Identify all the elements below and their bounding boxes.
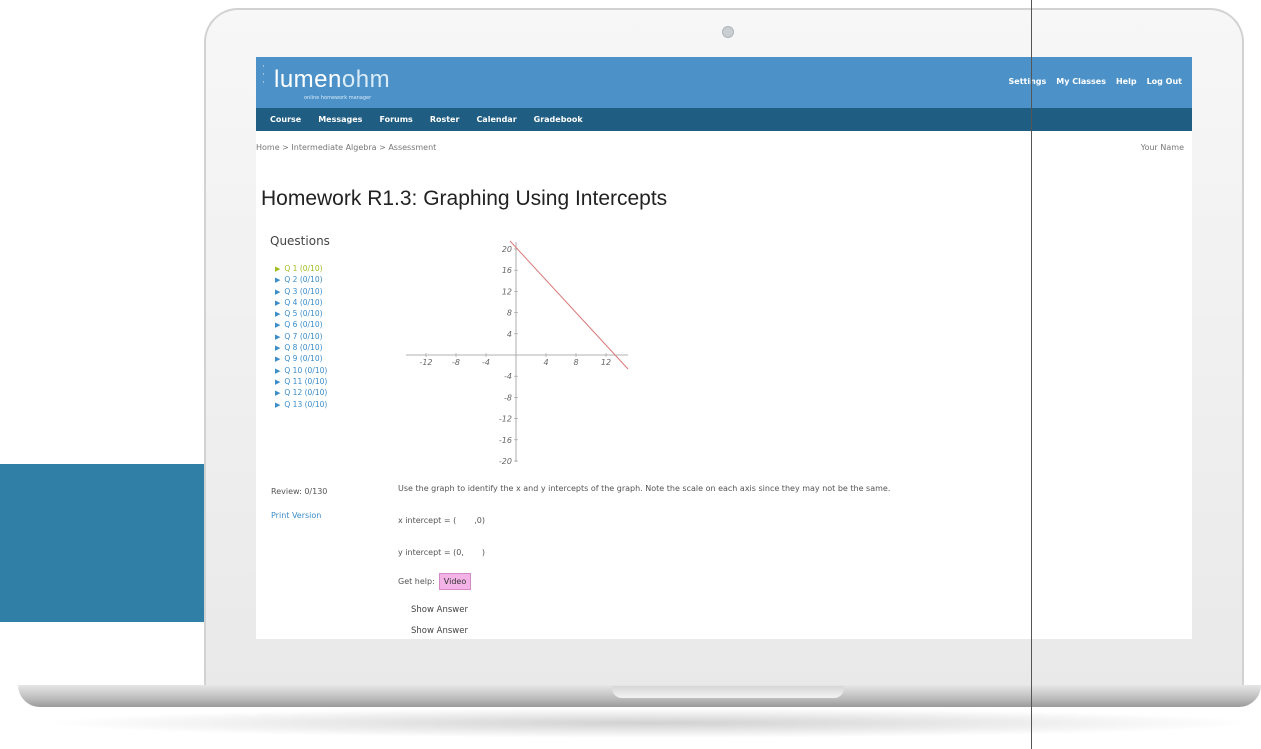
y-tick-label: -16 bbox=[499, 436, 512, 445]
y-tick-label: 16 bbox=[502, 266, 512, 275]
x-intercept-suffix: ,0) bbox=[474, 516, 485, 525]
triangle-right-icon: ▶ bbox=[275, 389, 281, 398]
y-intercept-row: y intercept = (0,) bbox=[398, 548, 485, 557]
question-item-11[interactable]: ▶ Q 11 (0/10) bbox=[275, 376, 327, 387]
y-tick-label: -8 bbox=[504, 393, 512, 402]
question-item-3[interactable]: ▶ Q 3 (0/10) bbox=[275, 286, 327, 297]
laptop-base-notch bbox=[612, 686, 844, 698]
nav-gradebook[interactable]: Gradebook bbox=[534, 115, 583, 124]
triangle-right-icon: ▶ bbox=[275, 298, 281, 307]
background-teal-block bbox=[0, 464, 215, 622]
triangle-right-icon: ▶ bbox=[275, 310, 281, 319]
logo-accent: ohm bbox=[341, 66, 391, 93]
y-tick-label: -20 bbox=[499, 457, 512, 466]
triangle-right-icon: ▶ bbox=[275, 377, 281, 386]
laptop-screen: · · · lumenohm online homework manager Set… bbox=[256, 57, 1192, 639]
question-item-13[interactable]: ▶ Q 13 (0/10) bbox=[275, 399, 327, 410]
y-tick-labels: 20 16 12 8 4 -4 -8 -12 -16 -20 bbox=[499, 245, 518, 466]
triangle-right-icon: ▶ bbox=[275, 265, 281, 273]
y-intercept-label: y intercept = (0, bbox=[398, 548, 464, 557]
question-item-9[interactable]: ▶ Q 9 (0/10) bbox=[275, 353, 327, 364]
question-item-10[interactable]: ▶ Q 10 (0/10) bbox=[275, 365, 327, 376]
x-tick-label: 8 bbox=[573, 358, 578, 367]
logo-dots-icon: · · · bbox=[262, 62, 265, 88]
y-tick-label: 12 bbox=[502, 287, 512, 296]
triangle-right-icon: ▶ bbox=[275, 344, 281, 353]
question-item-2[interactable]: ▶ Q 2 (0/10) bbox=[275, 274, 327, 285]
x-tick-label: -8 bbox=[452, 358, 460, 367]
x-tick-label: 12 bbox=[601, 358, 611, 367]
nav-bar: Course Messages Forums Roster Calendar G… bbox=[256, 108, 1192, 131]
y-tick-label: -12 bbox=[499, 415, 512, 424]
header-bar: · · · lumenohm online homework manager Set… bbox=[256, 57, 1192, 108]
nav-forums[interactable]: Forums bbox=[379, 115, 412, 124]
triangle-right-icon: ▶ bbox=[275, 287, 281, 296]
x-tick-label: -4 bbox=[482, 358, 490, 367]
triangle-right-icon: ▶ bbox=[275, 276, 281, 285]
logo-main: lumen bbox=[274, 66, 342, 93]
nav-calendar[interactable]: Calendar bbox=[476, 115, 516, 124]
y-tick-label: 4 bbox=[507, 330, 512, 339]
settings-link[interactable]: Settings bbox=[1009, 77, 1047, 86]
get-help-label: Get help: bbox=[398, 577, 435, 586]
top-links: Settings My Classes Help Log Out bbox=[1009, 77, 1182, 86]
intercept-graph: -12 -8 -4 4 8 12 20 16 12 8 4 -4 -8 -12 -16 -20 bbox=[406, 240, 629, 466]
show-answer-button-1[interactable]: Show Answer bbox=[411, 605, 468, 615]
log-out-link[interactable]: Log Out bbox=[1147, 77, 1182, 86]
help-link[interactable]: Help bbox=[1116, 77, 1137, 86]
breadcrumb[interactable]: Home > Intermediate Algebra > Assessment bbox=[256, 143, 436, 152]
webcam-dot bbox=[722, 26, 734, 38]
triangle-right-icon: ▶ bbox=[275, 332, 281, 341]
my-classes-link[interactable]: My Classes bbox=[1056, 77, 1106, 86]
question-item-8[interactable]: ▶ Q 8 (0/10) bbox=[275, 342, 327, 353]
question-item-1[interactable]: ▶ Q 1 (0/10) bbox=[275, 263, 327, 274]
show-answer-button-2[interactable]: Show Answer bbox=[411, 626, 468, 636]
logo-tagline: online homework manager bbox=[304, 95, 372, 101]
x-intercept-row: x intercept = ( ,0) bbox=[398, 516, 485, 525]
question-item-4[interactable]: ▶ Q 4 (0/10) bbox=[275, 297, 327, 308]
x-intercept-label: x intercept = ( bbox=[398, 516, 457, 525]
question-item-6[interactable]: ▶ Q 6 (0/10) bbox=[275, 319, 327, 330]
vertical-guide-line bbox=[1031, 0, 1032, 749]
x-tick-label: 4 bbox=[543, 358, 548, 367]
triangle-right-icon: ▶ bbox=[275, 355, 281, 364]
review-score: Review: 0/130 bbox=[271, 487, 328, 496]
nav-course[interactable]: Course bbox=[270, 115, 301, 124]
y-tick-label: 8 bbox=[507, 309, 512, 318]
y-intercept-suffix: ) bbox=[481, 548, 485, 557]
question-instruction: Use the graph to identify the x and y in… bbox=[398, 484, 891, 493]
laptop-shadow bbox=[40, 708, 1261, 738]
question-list: ▶ Q 1 (0/10) ▶ Q 2 (0/10) ▶ Q 3 (0/10) ▶ Q 4… bbox=[275, 263, 327, 410]
help-row: Get help: Video bbox=[398, 573, 472, 590]
question-item-5[interactable]: ▶ Q 5 (0/10) bbox=[275, 308, 327, 319]
y-tick-label: 20 bbox=[502, 245, 512, 254]
nav-roster[interactable]: Roster bbox=[430, 115, 460, 124]
y-tick-label: -4 bbox=[504, 372, 512, 381]
triangle-right-icon: ▶ bbox=[275, 321, 281, 330]
page-title: Homework R1.3: Graphing Using Intercepts bbox=[261, 187, 668, 210]
print-version-link[interactable]: Print Version bbox=[271, 511, 321, 520]
question-item-12[interactable]: ▶ Q 12 (0/10) bbox=[275, 387, 327, 398]
user-name: Your Name bbox=[1140, 143, 1184, 152]
questions-heading: Questions bbox=[270, 234, 330, 248]
nav-messages[interactable]: Messages bbox=[318, 115, 362, 124]
triangle-right-icon: ▶ bbox=[275, 366, 281, 375]
x-tick-label: -12 bbox=[419, 358, 432, 367]
triangle-right-icon: ▶ bbox=[275, 400, 281, 409]
question-item-7[interactable]: ▶ Q 7 (0/10) bbox=[275, 331, 327, 342]
logo[interactable]: lumenohm bbox=[274, 66, 390, 94]
video-button[interactable]: Video bbox=[438, 573, 472, 590]
graph-line bbox=[509, 240, 629, 370]
